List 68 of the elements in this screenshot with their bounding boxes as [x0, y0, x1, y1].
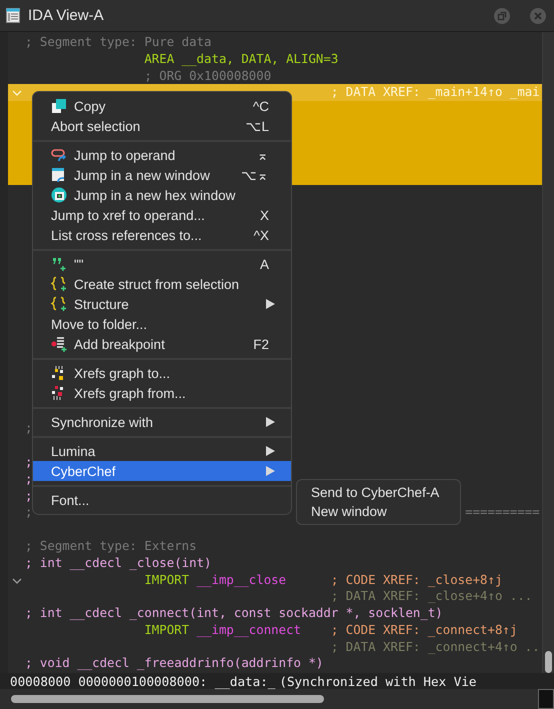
code-instruction: AREA __data, DATA, ALIGN=3 [144, 50, 338, 66]
code-comment: ; int __cdecl _close(int) [25, 554, 212, 570]
code-comment: ========== [465, 504, 540, 520]
code-comment: ; Segment type: Externs [25, 538, 197, 553]
symbol-name: __imp__connect [196, 622, 301, 637]
shortcut-label: ^X [254, 228, 269, 242]
corner-square [538, 689, 554, 709]
scrollbar-thumb[interactable] [545, 651, 552, 673]
menu-item[interactable]: Xrefs graph from... [33, 383, 291, 403]
code-comment: ; void __cdecl _freeaddrinfo(addrinfo *) [25, 655, 324, 670]
code-comment: ; [25, 420, 32, 436]
status-address: 00008000 0000000100008000: __data:_ [10, 674, 276, 688]
menu-item[interactable]: "" A [33, 254, 291, 274]
menu-item[interactable]: Jump to xref to operand... X [33, 205, 291, 225]
menu-item[interactable]: Create struct from selection [33, 274, 291, 294]
xref-comment: ; CODE XREF: _close+8↑j [330, 572, 502, 586]
code-comment: ; int __cdecl _connect(int, const sockaddr *, socklen_t) [25, 605, 443, 620]
code-instruction: IMPORT [144, 572, 190, 586]
shortcut-label: ^C [252, 98, 269, 114]
menu-item[interactable]: Send to CyberChef-A [297, 483, 460, 502]
menu-item[interactable]: Jump in a new hex window [33, 185, 291, 205]
menu-item[interactable]: Synchronize with [33, 412, 291, 432]
shortcut-label: X [260, 208, 269, 222]
window-icon [6, 8, 20, 23]
chevron-icon[interactable] [12, 578, 22, 584]
menu-item[interactable]: Add breakpoint F2 [33, 334, 291, 354]
shortcut-label: F2 [253, 336, 269, 352]
status-text: (Synchronized with Hex Vie [279, 674, 477, 688]
restore-icon[interactable] [494, 8, 510, 24]
braces-icon [51, 276, 67, 292]
scrollbar-thumb[interactable] [11, 695, 324, 703]
menu-item[interactable]: CyberChef [33, 461, 291, 481]
xref-comment: ; DATA XREF: _connect+4↑o .. [330, 638, 540, 654]
quotes-icon [51, 256, 67, 272]
xref-comment: ; DATA XREF: _close+4↑o ... [330, 588, 532, 604]
shortcut-label: A [260, 256, 269, 272]
code-comment: ; [25, 488, 32, 503]
copy-icon [51, 98, 67, 114]
symbol-name: __imp__close [196, 572, 286, 586]
hex-window-icon [51, 187, 67, 203]
window-title: IDA View-A [28, 7, 104, 24]
code-comment: ; [25, 454, 32, 469]
code-comment: ; ORG 0x100008000 [144, 68, 272, 83]
menu-item[interactable]: Lumina [33, 441, 291, 461]
menu-item[interactable]: Copy ^C [33, 96, 291, 116]
link-icon [51, 147, 67, 163]
xref-comment: ; CODE XREF: _connect+8↑j [330, 622, 518, 637]
menu-item[interactable]: New window [297, 502, 460, 521]
menu-item[interactable]: Structure [33, 294, 291, 314]
menu-item[interactable]: Jump to operand ⌅ [33, 145, 291, 165]
menu-item[interactable]: Jump in a new window ⌥⌅ [33, 165, 291, 185]
menu-item[interactable]: Font... [33, 490, 291, 510]
code-comment: ; [25, 470, 32, 486]
menu-item[interactable]: List cross references to... ^X [33, 225, 291, 245]
breakpoint-icon [51, 336, 67, 352]
close-icon[interactable] [530, 8, 546, 24]
code-comment: ; Segment type: Pure data [25, 34, 212, 49]
shortcut-label: ⌥⌅ [241, 167, 269, 183]
menu-item[interactable]: Move to folder... [33, 314, 291, 334]
menu-item[interactable]: Abort selection ⌥L [33, 116, 291, 136]
vertical-scrollbar[interactable] [542, 32, 554, 673]
menu-item[interactable]: Xrefs graph to... [33, 363, 291, 383]
shortcut-label: ⌥L [245, 118, 269, 134]
braces-icon [51, 296, 67, 312]
code-instruction: IMPORT [144, 622, 190, 637]
code-comment: ; [25, 504, 32, 520]
shortcut-label: ⌅ [257, 147, 269, 163]
xref-comment: ; DATA XREF: _main+14↑o _mai [330, 84, 540, 100]
